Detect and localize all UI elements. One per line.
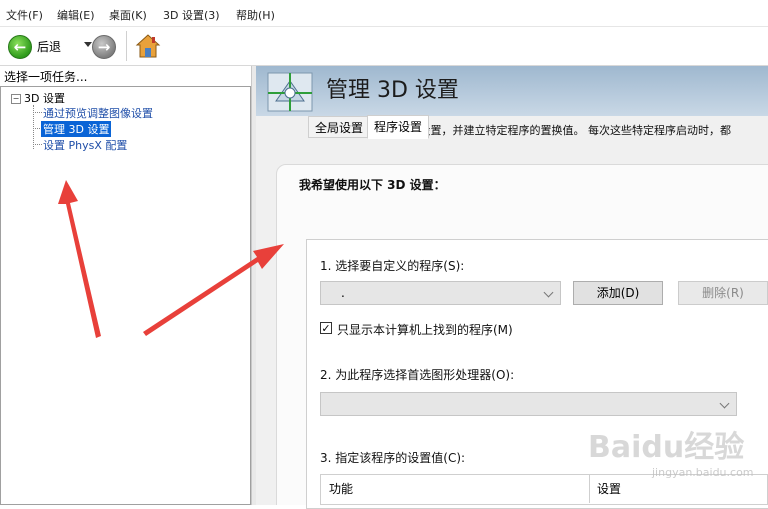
menu-edit[interactable]: 编辑(E): [57, 7, 95, 23]
back-dropdown-icon[interactable]: [84, 42, 92, 47]
settings-panel-title: 我希望使用以下 3D 设置：: [299, 178, 446, 192]
home-icon[interactable]: [135, 33, 161, 59]
program-select-value: .: [341, 286, 345, 300]
back-label: 后退: [37, 40, 62, 54]
show-local-programs-label: 只显示本计算机上找到的程序(M): [337, 323, 513, 337]
show-local-programs-checkbox[interactable]: ✓: [320, 322, 332, 334]
tree-root-label: 3D 设置: [24, 92, 65, 105]
baidu-watermark: Baidu经验: [588, 430, 745, 465]
tree-item-physx-config[interactable]: 设置 PhysX 配置: [43, 137, 127, 153]
chevron-down-icon: [719, 398, 730, 409]
page-banner: 管理 3D 设置: [256, 66, 768, 116]
3d-settings-icon: [267, 72, 313, 112]
tree-item-manage-3d-settings[interactable]: 管理 3D 设置: [41, 121, 112, 137]
baidu-watermark-url: jingyan.baidu.com: [652, 466, 754, 479]
section1-label: 1. 选择要自定义的程序(S):: [320, 259, 465, 273]
page-title: 管理 3D 设置: [326, 78, 459, 103]
tree-connector: [33, 112, 42, 113]
program-select[interactable]: .: [320, 281, 561, 305]
section2-label: 2. 为此程序选择首选图形处理器(O):: [320, 368, 515, 382]
back-arrow-icon: ←: [8, 35, 32, 59]
back-button[interactable]: ← 后退: [8, 34, 92, 59]
menu-help[interactable]: 帮助(H): [236, 7, 275, 23]
add-program-button[interactable]: 添加(D): [573, 281, 663, 305]
collapse-icon[interactable]: −: [11, 94, 21, 104]
menu-desktop[interactable]: 桌面(K): [109, 7, 147, 23]
toolbar: ← 后退 →: [0, 27, 768, 66]
column-feature[interactable]: 功能: [329, 480, 353, 497]
tree-connector: [33, 144, 42, 145]
forward-arrow-icon[interactable]: →: [92, 35, 116, 59]
chevron-down-icon: [543, 287, 554, 298]
tree-item-preview-image-settings[interactable]: 通过预览调整图像设置: [43, 105, 153, 121]
delete-program-button[interactable]: 删除(R): [678, 281, 768, 305]
gpu-select[interactable]: [320, 392, 737, 416]
tab-program-settings[interactable]: 程序设置: [367, 115, 430, 139]
tab-global-settings[interactable]: 全局设置: [308, 116, 371, 138]
menu-3d-settings[interactable]: 3D 设置(3): [163, 7, 220, 23]
menu-file[interactable]: 文件(F): [6, 7, 43, 23]
task-selector-title: 选择一项任务...: [4, 70, 88, 84]
column-divider[interactable]: [589, 475, 590, 503]
section3-label: 3. 指定该程序的设置值(C):: [320, 451, 466, 465]
toolbar-separator: [126, 31, 127, 61]
menu-bar: 文件(F) 编辑(E) 桌面(K) 3D 设置(3) 帮助(H): [0, 0, 768, 27]
tree-root-3d-settings[interactable]: −3D 设置: [11, 90, 65, 106]
task-tree-panel: −3D 设置 通过预览调整图像设置 管理 3D 设置 设置 PhysX 配置: [0, 86, 251, 505]
column-setting[interactable]: 设置: [597, 480, 621, 497]
